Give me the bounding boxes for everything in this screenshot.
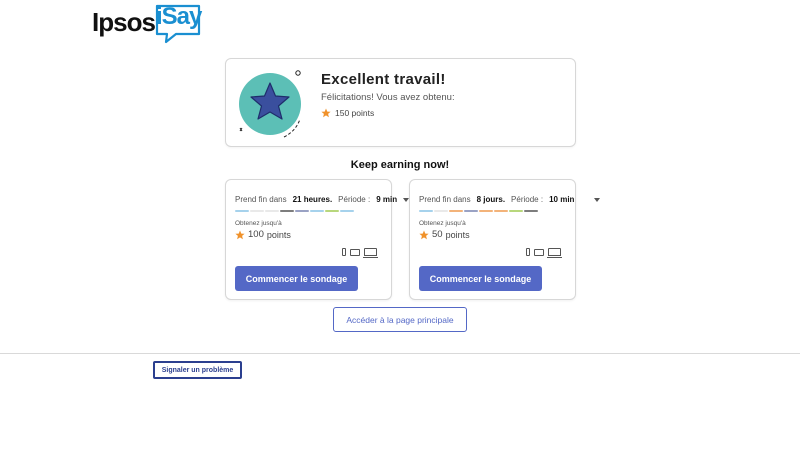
color-bar xyxy=(325,210,339,212)
section-title: Keep earning now! xyxy=(350,159,450,171)
earned-points-label: 150 points xyxy=(335,108,375,118)
star-icon xyxy=(235,230,245,239)
phone-icon xyxy=(526,248,530,256)
survey-duration: 10 min xyxy=(549,195,575,204)
color-bar xyxy=(509,210,523,212)
success-title: Excellent travail! xyxy=(321,71,446,88)
tablet-icon xyxy=(534,248,544,256)
supported-devices xyxy=(526,248,562,258)
points-value: 100 xyxy=(248,229,264,240)
logo-ipsos-text: Ipsos xyxy=(92,7,156,37)
points-unit: points xyxy=(266,229,291,240)
color-bar xyxy=(464,210,478,212)
success-subtitle: Félicitations! Vous avez obtenu: xyxy=(321,92,455,103)
survey-card[interactable]: Prend fin dans 21 heures. Période : 9 mi… xyxy=(225,179,410,300)
ends-prefix: Prend fin dans xyxy=(235,195,287,204)
category-color-bars xyxy=(419,210,538,212)
color-bar xyxy=(250,210,264,212)
color-bar xyxy=(449,210,463,212)
star-icon xyxy=(321,108,331,118)
ends-value: 8 jours. xyxy=(476,195,506,204)
color-bar xyxy=(434,210,448,212)
color-bar xyxy=(494,210,508,212)
earn-up-to-label: Obtenez jusqu'à xyxy=(235,220,282,227)
ipsos-isay-logo: Ipsos iSay xyxy=(92,2,204,44)
color-bar xyxy=(265,210,279,212)
survey-meta: Prend fin dans 21 heures. Période : 9 mi… xyxy=(235,195,410,204)
color-bar xyxy=(340,210,354,212)
tablet-icon xyxy=(350,248,360,256)
logo-isay-text: iSay xyxy=(156,3,202,30)
period-label: Période : xyxy=(338,195,371,204)
color-bar xyxy=(419,210,433,212)
ends-prefix: Prend fin dans xyxy=(419,195,471,204)
points-value: 50 xyxy=(432,229,443,240)
survey-points: 100 points xyxy=(235,229,291,240)
period-label: Période : xyxy=(511,195,544,204)
color-bar xyxy=(280,210,294,212)
go-to-home-button[interactable]: Accéder à la page principale xyxy=(333,307,467,332)
star-icon xyxy=(419,230,429,239)
survey-points: 50 points xyxy=(419,229,470,240)
color-bar xyxy=(524,210,538,212)
earn-up-to-label: Obtenez jusqu'à xyxy=(419,220,466,227)
report-problem-button[interactable]: Signaler un problème xyxy=(153,361,242,379)
phone-icon xyxy=(342,248,346,256)
color-bar xyxy=(295,210,309,212)
survey-card[interactable]: Prend fin dans 8 jours. Période : 10 min… xyxy=(409,179,601,300)
chevron-down-icon[interactable] xyxy=(594,197,601,202)
footer-divider xyxy=(0,353,800,354)
survey-meta: Prend fin dans 8 jours. Période : 10 min xyxy=(419,195,601,204)
star-celebration-illustration xyxy=(239,70,301,138)
laptop-icon xyxy=(363,248,378,258)
reward-summary-card: Excellent travail! Félicitations! Vous a… xyxy=(225,58,576,147)
color-bar xyxy=(235,210,249,212)
supported-devices xyxy=(342,248,378,258)
earned-points: 150 points xyxy=(321,108,374,118)
laptop-icon xyxy=(547,248,562,258)
color-bar xyxy=(479,210,493,212)
ends-value: 21 heures. xyxy=(292,195,333,204)
category-color-bars xyxy=(235,210,354,212)
start-survey-button[interactable]: Commencer le sondage xyxy=(419,266,542,291)
points-unit: points xyxy=(445,229,470,240)
color-bar xyxy=(310,210,324,212)
start-survey-button[interactable]: Commencer le sondage xyxy=(235,266,358,291)
survey-duration: 9 min xyxy=(376,195,398,204)
